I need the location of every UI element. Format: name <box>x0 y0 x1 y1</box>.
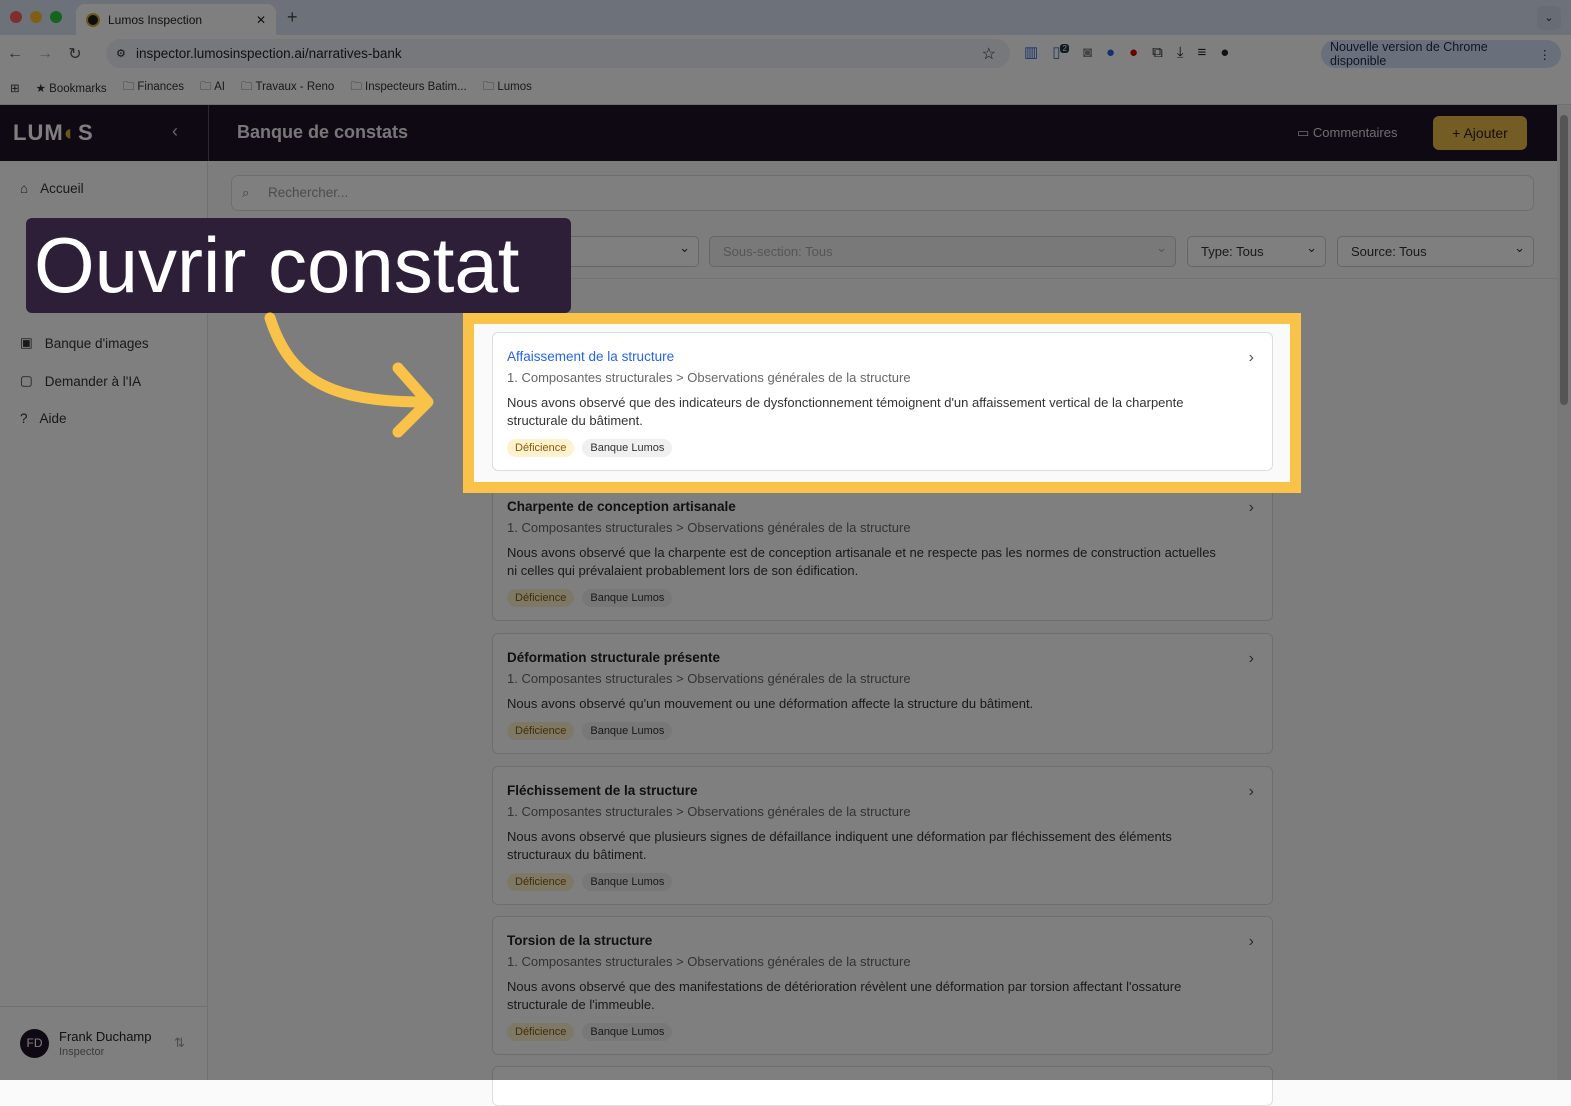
source-badge: Banque Lumos <box>582 439 673 457</box>
type-badge: Déficience <box>507 439 575 457</box>
chevron-right-icon: › <box>1248 349 1254 366</box>
card-path: 1. Composantes structurales > Observatio… <box>507 370 911 385</box>
card-description: Nous avons observé que des indicateurs d… <box>507 395 1184 428</box>
callout-arrow-icon <box>264 312 434 438</box>
tutorial-callout: Ouvrir constat <box>26 218 571 313</box>
dim-overlay <box>0 0 1571 1080</box>
narrative-card-highlighted[interactable]: Affaissement de la structure 1. Composant… <box>492 332 1273 471</box>
card-title[interactable]: Affaissement de la structure <box>507 349 1258 364</box>
